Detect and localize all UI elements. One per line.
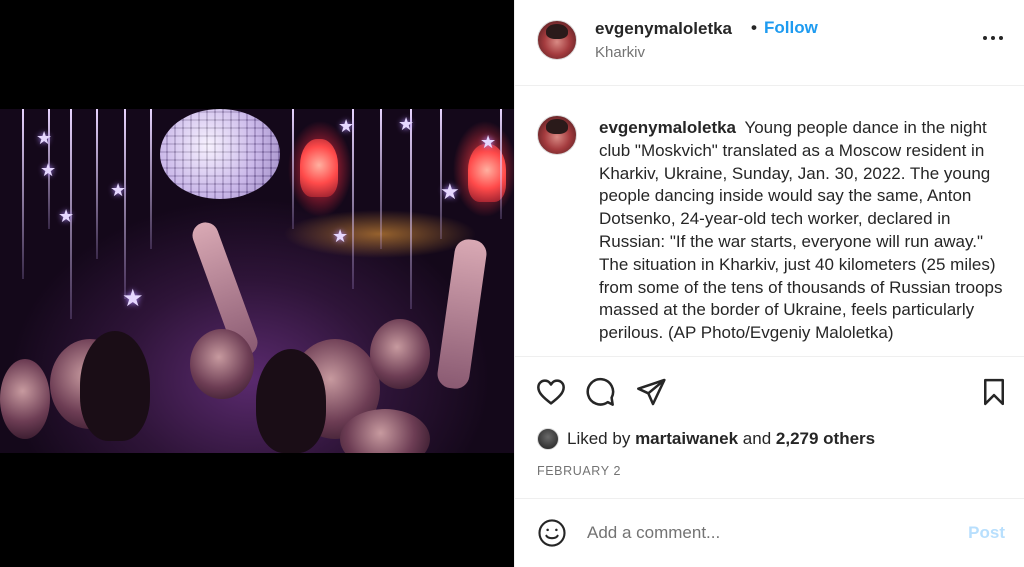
star-decoration: ★ (36, 128, 53, 148)
heart-icon[interactable] (535, 376, 567, 408)
caption-username[interactable]: evgenymaloletka (599, 118, 736, 137)
dancer-hair (256, 349, 326, 453)
star-decoration: ★ (332, 226, 349, 246)
streamer (292, 109, 294, 229)
red-lamp (300, 139, 338, 197)
post-header: evgenymaloletka • Follow Kharkiv (515, 0, 1024, 86)
star-decoration: ★ (122, 285, 144, 312)
star-decoration: ★ (40, 160, 57, 180)
star-decoration: ★ (110, 180, 127, 200)
comment-bar: Post (515, 498, 1024, 567)
comment-icon[interactable] (584, 376, 616, 408)
author-username[interactable]: evgenymaloletka (595, 19, 732, 39)
star-decoration: ★ (338, 116, 355, 136)
comment-input[interactable] (587, 519, 947, 547)
likes-conjunction: and (742, 429, 772, 448)
dancer-hair (80, 331, 150, 441)
bookmark-icon[interactable] (979, 376, 1009, 408)
streamer (380, 109, 382, 249)
liker-username[interactable]: martaiwanek (635, 429, 738, 449)
raised-arm (435, 237, 489, 391)
follow-button[interactable]: Follow (764, 18, 818, 38)
post-photo[interactable]: ★ ★ ★ ★ ★ ★ ★ ★ ★ ★ (0, 109, 514, 453)
likes-count[interactable]: 2,279 others (776, 429, 875, 449)
post-side-panel: evgenymaloletka • Follow Kharkiv evgenym… (514, 0, 1024, 567)
star-decoration: ★ (440, 179, 460, 204)
streamer (96, 109, 98, 259)
dancer (370, 319, 430, 389)
instagram-post: ★ ★ ★ ★ ★ ★ ★ ★ ★ ★ evgenymaloletka • Fo… (0, 0, 1024, 567)
streamer (124, 109, 126, 299)
more-options-icon[interactable] (980, 28, 1006, 48)
author-avatar[interactable] (537, 20, 577, 60)
smiley-icon[interactable] (537, 518, 567, 548)
dancer (0, 359, 50, 439)
send-icon[interactable] (635, 376, 667, 408)
post-comment-button[interactable]: Post (968, 523, 1005, 543)
action-bar (515, 372, 1024, 412)
post-location[interactable]: Kharkiv (595, 44, 645, 61)
streamer (352, 109, 354, 289)
likes-prefix: Liked by (567, 429, 631, 448)
star-decoration: ★ (398, 114, 415, 134)
post-date[interactable]: FEBRUARY 2 (537, 464, 621, 478)
streamer (150, 109, 152, 249)
caption-author-avatar[interactable] (537, 115, 577, 155)
disco-ball (160, 109, 280, 199)
star-decoration: ★ (58, 206, 75, 226)
likes-summary: Liked by martaiwanek and 2,279 others (537, 428, 875, 450)
caption-area: evgenymaloletka Young people dance in th… (515, 87, 1024, 357)
caption-text: Young people dance in the night club "Mo… (599, 118, 1003, 343)
liker-avatar[interactable] (537, 428, 559, 450)
star-decoration: ★ (480, 132, 497, 152)
dancer (190, 329, 254, 399)
post-caption: evgenymaloletka Young people dance in th… (599, 117, 1013, 345)
streamer (22, 109, 24, 279)
streamer (500, 109, 502, 219)
post-media: ★ ★ ★ ★ ★ ★ ★ ★ ★ ★ (0, 0, 514, 567)
streamer (440, 109, 442, 239)
separator-dot: • (751, 18, 757, 37)
streamer (410, 109, 412, 309)
